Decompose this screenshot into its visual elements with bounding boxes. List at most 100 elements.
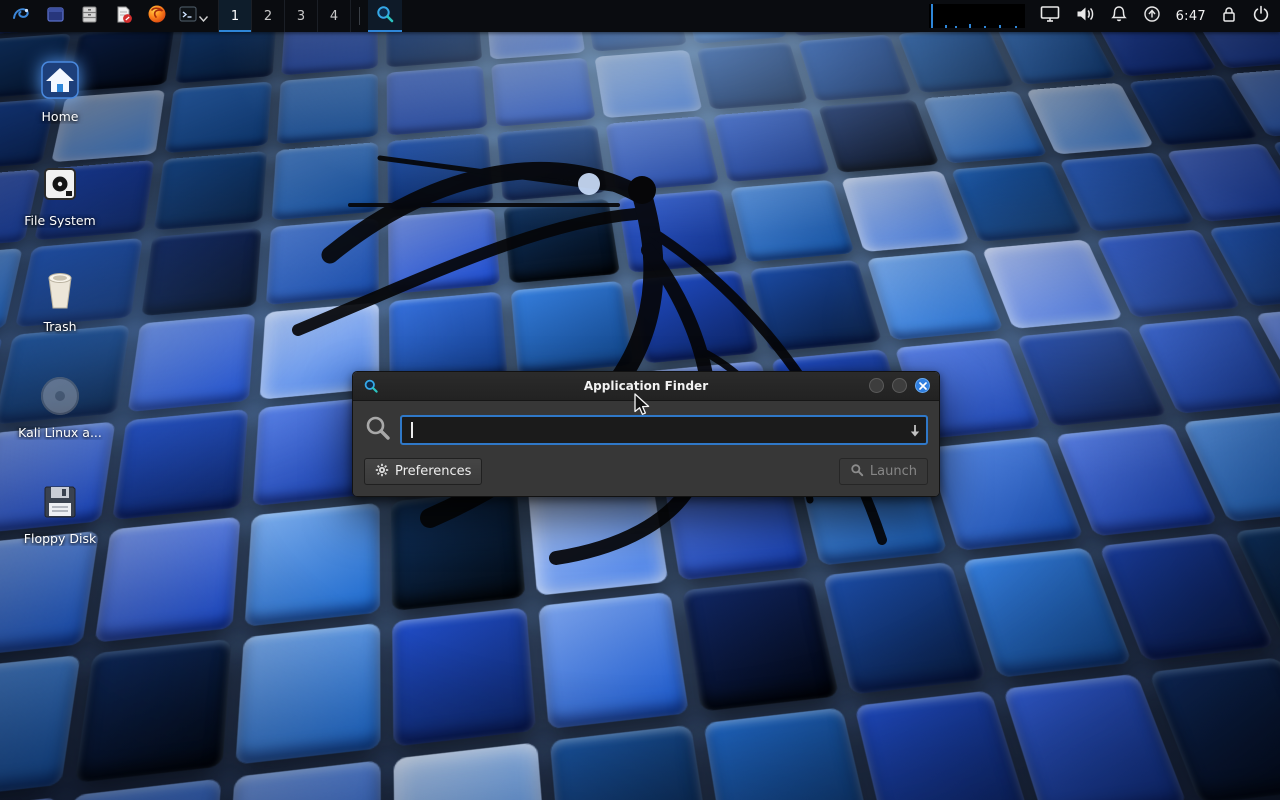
desktop-icon-home[interactable]: Home — [14, 54, 106, 124]
desktop-icon-trash[interactable]: Trash — [14, 264, 106, 334]
wallpaper-tile — [926, 436, 1084, 551]
clock-text: 6:47 — [1176, 9, 1206, 24]
terminal-dropdown-button[interactable] — [196, 0, 210, 32]
firefox-icon — [147, 4, 167, 28]
wallpaper-tile — [51, 778, 221, 800]
wallpaper-tile — [154, 151, 267, 230]
desktop-icon-label: Kali Linux a... — [14, 426, 106, 440]
wallpaper-tile — [712, 108, 830, 183]
workspace-number: 4 — [330, 9, 338, 24]
desktop-icon-label: File System — [14, 214, 106, 228]
wallpaper-tile — [823, 562, 987, 695]
workspace-number: 3 — [297, 9, 305, 24]
wallpaper-tile — [511, 281, 635, 376]
wallpaper-tile — [841, 170, 970, 252]
panel-launchers: 1 2 3 4 — [0, 0, 402, 32]
desktop-icon-kali-linux[interactable]: Kali Linux a... — [14, 370, 106, 440]
workspace-switcher: 1 2 3 4 — [218, 0, 351, 32]
kali-disc-icon — [14, 370, 106, 422]
window-launcher[interactable] — [38, 0, 72, 32]
floppy-disk-icon — [14, 476, 106, 528]
desktop-icon-floppy-disk[interactable]: Floppy Disk — [14, 476, 106, 546]
text-editor-icon — [114, 5, 133, 28]
wallpaper-tile — [277, 73, 379, 144]
wallpaper-tile — [697, 42, 808, 110]
workspace-2[interactable]: 2 — [251, 0, 284, 32]
workspace-number: 2 — [264, 9, 272, 24]
wallpaper-tile — [749, 260, 882, 352]
application-finder-icon — [375, 4, 395, 28]
workspace-3[interactable]: 3 — [284, 0, 317, 32]
wallpaper-tile — [165, 81, 272, 153]
wallpaper-tile — [797, 34, 912, 101]
finder-body: Preferences Launch — [353, 401, 939, 496]
wallpaper-tile — [112, 409, 248, 520]
wallpaper-tile — [923, 91, 1048, 164]
volume-tray-button[interactable] — [1075, 0, 1095, 32]
wallpaper-tile — [682, 577, 840, 712]
titlebar[interactable]: Application Finder — [353, 372, 939, 401]
wallpaper-tile — [141, 228, 261, 316]
wallpaper-tile — [818, 99, 939, 173]
wallpaper-tile — [605, 116, 719, 191]
wallpaper-tile — [128, 313, 256, 412]
minimize-button[interactable] — [869, 378, 884, 393]
applications-menu-button[interactable] — [4, 0, 38, 32]
chevron-down-icon — [199, 7, 208, 26]
file-system-icon — [14, 158, 106, 210]
launch-button[interactable]: Launch — [839, 458, 928, 485]
file-manager-icon — [80, 5, 99, 28]
wallpaper-tile — [0, 655, 81, 800]
wallpaper-tile — [388, 208, 500, 294]
wallpaper-tile — [951, 161, 1084, 242]
workspace-1[interactable]: 1 — [218, 0, 251, 32]
search-input[interactable] — [400, 415, 928, 445]
display-tray-button[interactable] — [1040, 0, 1060, 32]
volume-icon — [1075, 5, 1095, 27]
close-button[interactable] — [915, 378, 930, 393]
file-manager-launcher[interactable] — [72, 0, 106, 32]
lock-icon — [1221, 5, 1237, 27]
wallpaper-tile — [75, 639, 232, 783]
desktop-icon-label: Trash — [14, 320, 106, 334]
maximize-button[interactable] — [892, 378, 907, 393]
text-caret — [411, 422, 413, 438]
search-icon — [364, 414, 392, 446]
trash-icon — [14, 264, 106, 316]
wallpaper-tile — [387, 133, 493, 210]
workspace-number: 1 — [231, 9, 239, 24]
logout-button[interactable] — [1252, 0, 1270, 32]
top-panel: 1 2 3 4 — [0, 0, 1280, 32]
taskbar-item-application-finder[interactable] — [368, 0, 402, 32]
screen-lock-button[interactable] — [1221, 0, 1237, 32]
wallpaper-tile — [617, 189, 738, 273]
power-icon — [1252, 5, 1270, 27]
desktop-icon-file-system[interactable]: File System — [14, 158, 106, 228]
panel-tray: 6:47 — [929, 0, 1280, 32]
wallpaper-tile — [391, 489, 525, 611]
status-tray-button[interactable] — [1143, 0, 1161, 32]
wallpaper-tile — [730, 180, 855, 263]
text-editor-launcher[interactable] — [106, 0, 140, 32]
gear-icon — [375, 463, 389, 481]
window-icon — [46, 5, 65, 28]
status-circle-icon — [1143, 5, 1161, 27]
panel-clock[interactable]: 6:47 — [1176, 0, 1206, 32]
kali-menu-icon — [10, 3, 32, 29]
desktop-icon-label: Floppy Disk — [14, 532, 106, 546]
firefox-launcher[interactable] — [140, 0, 174, 32]
wallpaper-tile — [703, 707, 874, 800]
notifications-tray-button[interactable] — [1110, 0, 1128, 32]
launch-label: Launch — [870, 464, 917, 479]
preferences-button[interactable]: Preferences — [364, 458, 482, 485]
wallpaper-tile — [266, 218, 379, 305]
wallpaper-tile — [225, 760, 381, 800]
dropdown-arrow-icon[interactable] — [909, 423, 921, 442]
wallpaper-tile — [272, 142, 379, 220]
workspace-4[interactable]: 4 — [317, 0, 351, 32]
cpu-graph-widget[interactable] — [929, 4, 1025, 28]
wallpaper-tile — [245, 503, 381, 627]
panel-separator — [359, 7, 360, 25]
preferences-label: Preferences — [395, 464, 471, 479]
wallpaper-tile — [550, 725, 713, 800]
